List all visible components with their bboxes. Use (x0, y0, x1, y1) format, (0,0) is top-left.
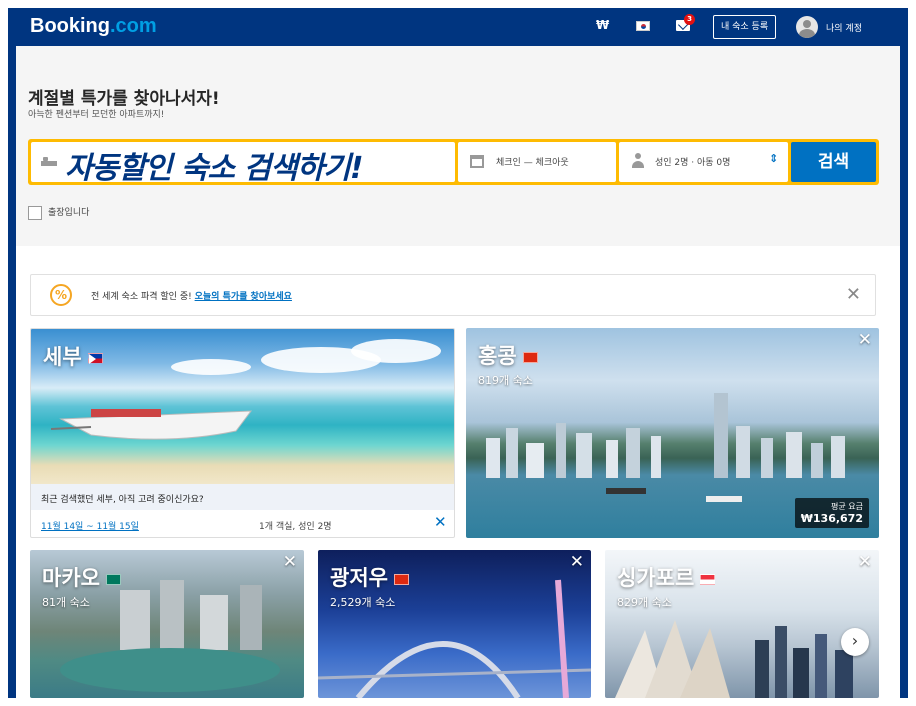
chevron-updown-icon: ⇕ (769, 152, 779, 165)
card-title: 싱가포르 (617, 562, 716, 592)
currency-selector[interactable]: ₩ (596, 18, 609, 32)
china-flag-icon (393, 573, 409, 585)
guests-text: 성인 2명 · 아동 0명 (655, 158, 731, 168)
notification-badge: 3 (684, 14, 695, 25)
guests-selector[interactable]: 성인 2명 · 아동 0명 ⇕ (619, 142, 788, 182)
booking-logo[interactable]: Booking.com (30, 15, 157, 38)
singapore-flag-icon (700, 573, 716, 585)
destination-value: 자동할인 숙소 검색하기! (65, 151, 364, 186)
logo-suffix-text: .com (110, 15, 157, 37)
hongkong-flag-icon (522, 351, 538, 363)
account-link[interactable]: 나의 계정 (826, 21, 862, 34)
language-flag-icon[interactable] (636, 21, 650, 31)
chevron-right-icon[interactable]: › (841, 628, 869, 656)
main-content: % 전 세계 숙소 파격 할인 중! 오늘의 특가를 찾아보세요 ✕ 세부 최근… (16, 246, 900, 698)
deals-banner: % 전 세계 숙소 파격 할인 중! 오늘의 특가를 찾아보세요 ✕ (30, 274, 876, 316)
card-title: 마카오 (42, 562, 121, 592)
price-label: 평균 요금 (831, 502, 863, 511)
deals-link[interactable]: 오늘의 특가를 찾아보세요 (195, 292, 292, 302)
date-range-text: 체크인 — 체크아웃 (496, 158, 569, 168)
destination-input[interactable]: 자동할인 숙소 검색하기! (31, 142, 455, 186)
search-button[interactable]: 검색 (791, 142, 876, 182)
search-section: 계절별 특가를 찾아나서자! 아늑한 펜션부터 모던한 아파트까지! 자동할인 … (16, 46, 900, 246)
close-icon[interactable]: ✕ (283, 552, 297, 572)
banner-text: 전 세계 숙소 파격 할인 중! 오늘의 특가를 찾아보세요 (91, 289, 292, 302)
recent-search-question: 최근 검색했던 세부, 아직 고려 중이신가요? (41, 495, 204, 505)
property-count: 819개 숙소 (478, 374, 533, 387)
card-title: 홍콩 (478, 340, 538, 370)
search-bar: 자동할인 숙소 검색하기! 체크인 — 체크아웃 성인 2명 · 아동 0명 ⇕… (28, 139, 879, 186)
recent-search-guests: 1개 객실, 성인 2명 (259, 522, 332, 532)
average-price-box: 평균 요금 ₩136,672 (794, 498, 869, 528)
browser-frame: Booking.com ₩ 3 내 숙소 등록 나의 계정 계절별 특가를 찾아… (8, 8, 908, 698)
business-trip-label: 출장입니다 (48, 208, 90, 218)
property-count: 829개 숙소 (617, 596, 672, 609)
banner-message: 전 세계 숙소 파격 할인 중! (91, 292, 192, 302)
recent-search-dates[interactable]: 11월 14일 ~ 11월 15일 (41, 519, 139, 532)
close-icon[interactable]: ✕ (846, 284, 861, 305)
card-title: 세부 (43, 341, 103, 371)
card-title: 광저우 (330, 562, 409, 592)
calendar-icon (470, 155, 484, 168)
bed-icon (41, 155, 57, 167)
top-navigation: Booking.com ₩ 3 내 숙소 등록 나의 계정 (8, 8, 908, 46)
page-subtitle: 아늑한 펜션부터 모던한 아파트까지! (28, 110, 165, 120)
close-icon[interactable]: ✕ (858, 330, 872, 350)
property-count: 2,529개 숙소 (330, 596, 396, 609)
destination-card-hongkong[interactable]: 홍콩 819개 숙소 ✕ 평균 요금 ₩136,672 (466, 328, 879, 538)
philippines-flag-icon (87, 352, 103, 364)
avatar[interactable] (796, 16, 818, 38)
checkbox-icon[interactable] (28, 205, 42, 220)
close-icon[interactable]: ✕ (858, 552, 872, 572)
page-title: 계절별 특가를 찾아나서자! (28, 89, 220, 109)
recent-search-info: 최근 검색했던 세부, 아직 고려 중이신가요? (31, 484, 454, 510)
deal-icon: % (50, 284, 72, 306)
date-picker[interactable]: 체크인 — 체크아웃 (458, 142, 616, 182)
close-icon[interactable]: ✕ (434, 513, 447, 531)
macau-flag-icon (105, 573, 121, 585)
destination-card-guangzhou[interactable]: 광저우 2,529개 숙소 ✕ (318, 550, 591, 698)
destination-card-cebu[interactable]: 세부 최근 검색했던 세부, 아직 고려 중이신가요? 11월 14일 ~ 11… (30, 328, 455, 538)
destination-card-singapore[interactable]: 싱가포르 829개 숙소 ✕ › (605, 550, 879, 698)
logo-main-text: Booking (30, 15, 110, 37)
price-value: ₩136,672 (800, 512, 863, 525)
boat-illustration (51, 409, 253, 440)
property-count: 81개 숙소 (42, 596, 90, 609)
close-icon[interactable]: ✕ (570, 552, 584, 572)
person-icon (631, 153, 645, 169)
business-trip-checkbox[interactable]: 출장입니다 (28, 205, 89, 220)
destination-card-macau[interactable]: 마카오 81개 숙소 ✕ (30, 550, 304, 698)
list-property-button[interactable]: 내 숙소 등록 (713, 15, 777, 39)
cebu-photo: 세부 (31, 329, 454, 484)
